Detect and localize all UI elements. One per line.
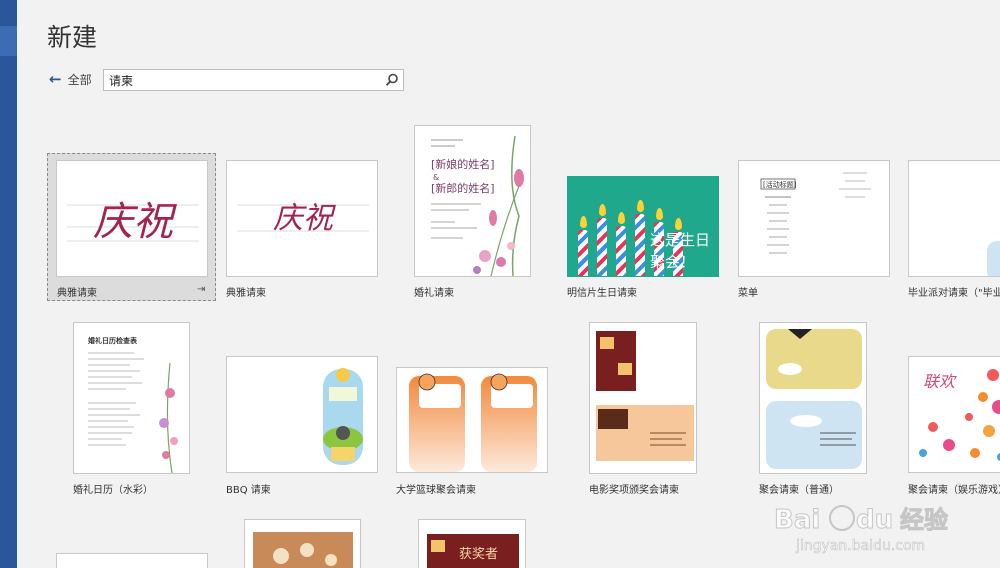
back-button[interactable]: ← 全部 [49,71,92,88]
birthday-line-2: 聚会！ [650,253,696,271]
elegant-card-art: 庆祝 [237,201,369,236]
template-label: 毕业派对请柬（"毕业派 [908,288,1000,299]
template-label: 典雅请柬 [226,288,266,299]
template-thumbnail[interactable] [244,519,361,568]
side-strip-highlight[interactable] [0,26,17,56]
party-card-art [766,329,862,469]
calendar-card-art: 婚礼日历检查表 [88,336,178,473]
winner-title: 获奖者 [459,547,498,562]
graduation-art [987,241,1000,276]
winner-card-art: 获奖者 [427,534,519,568]
search-input[interactable] [104,70,374,91]
template-thumbnail[interactable]: 庆祝 [226,160,378,277]
lantern-card-art [253,532,353,568]
app-side-strip [0,0,17,568]
movie-card-art [596,331,694,461]
watermark-brand-a: Bai [774,505,820,535]
bride-name: [新娘的姓名] [431,157,495,171]
page-title: 新建 [47,23,98,52]
groom-name: [新郎的姓名] [431,181,495,195]
back-label: 全部 [67,73,92,87]
template-thumbnail[interactable]: 这是生日 聚会！ [567,176,719,277]
wedding-card-art: [新娘的姓名] & [新郎的姓名] [431,135,524,276]
template-label: 婚礼日历（水彩） [73,485,153,496]
card-art-text: 庆祝 [273,201,336,236]
template-label: 婚礼请柬 [414,288,454,299]
card-art-text: 庆祝 [93,199,177,245]
birthday-line-1: 这是生日 [650,231,711,249]
template-label: 明信片生日请柬 [567,288,637,299]
watermark-url: jingyan.baidu.com [795,538,925,554]
template-thumbnail[interactable] [396,367,548,473]
template-thumbnail[interactable]: 获奖者 [418,519,526,568]
template-thumbnail[interactable]: 婚礼日历检查表 [73,322,190,474]
menu-title: [活动标题] [763,180,797,189]
ampersand: & [433,173,439,182]
elegant-card-art: 庆祝 [67,199,199,245]
menu-card-art: [活动标题] [760,172,871,254]
template-label: 菜单 [738,288,758,299]
template-label: BBQ 请柬 [226,485,271,496]
fun-party-title: 联欢 [923,372,957,391]
basketball-card-art [409,373,537,472]
template-thumbnail[interactable] [759,322,867,474]
template-thumbnail[interactable] [56,553,208,568]
birthday-card-text: 这是生日 聚会！ [650,229,710,273]
arrow-left-icon: ← [49,70,62,88]
template-thumbnail[interactable]: [活动标题] [738,160,890,277]
template-thumbnail[interactable] [226,356,378,473]
template-label: 电影奖项颁奖会请柬 [589,485,679,496]
watermark: Bai du 经验 jingyan.baidu.com [756,494,986,556]
pin-icon[interactable]: ⇥ [197,284,205,295]
search-box[interactable] [103,69,404,91]
fun-party-art: 联欢 [919,369,1000,461]
watermark-brand-c: 经验 [900,506,948,534]
calendar-title: 婚礼日历检查表 [88,336,138,345]
baidu-logo-icon: Bai du 经验 jingyan.baidu.com [774,505,949,555]
template-label: 大学篮球聚会请柬 [396,485,476,496]
template-label: 典雅请柬 [57,288,97,299]
template-thumbnail[interactable]: 庆祝 [56,160,208,277]
template-thumbnail[interactable]: 联欢 [908,356,1000,473]
template-thumbnail[interactable]: [新娘的姓名] & [新郎的姓名] [414,125,531,277]
search-icon[interactable] [384,72,400,88]
template-thumbnail[interactable] [589,322,697,474]
watermark-brand-b: du [856,505,893,535]
template-thumbnail[interactable] [908,160,1000,277]
bbq-card-art [323,368,363,465]
